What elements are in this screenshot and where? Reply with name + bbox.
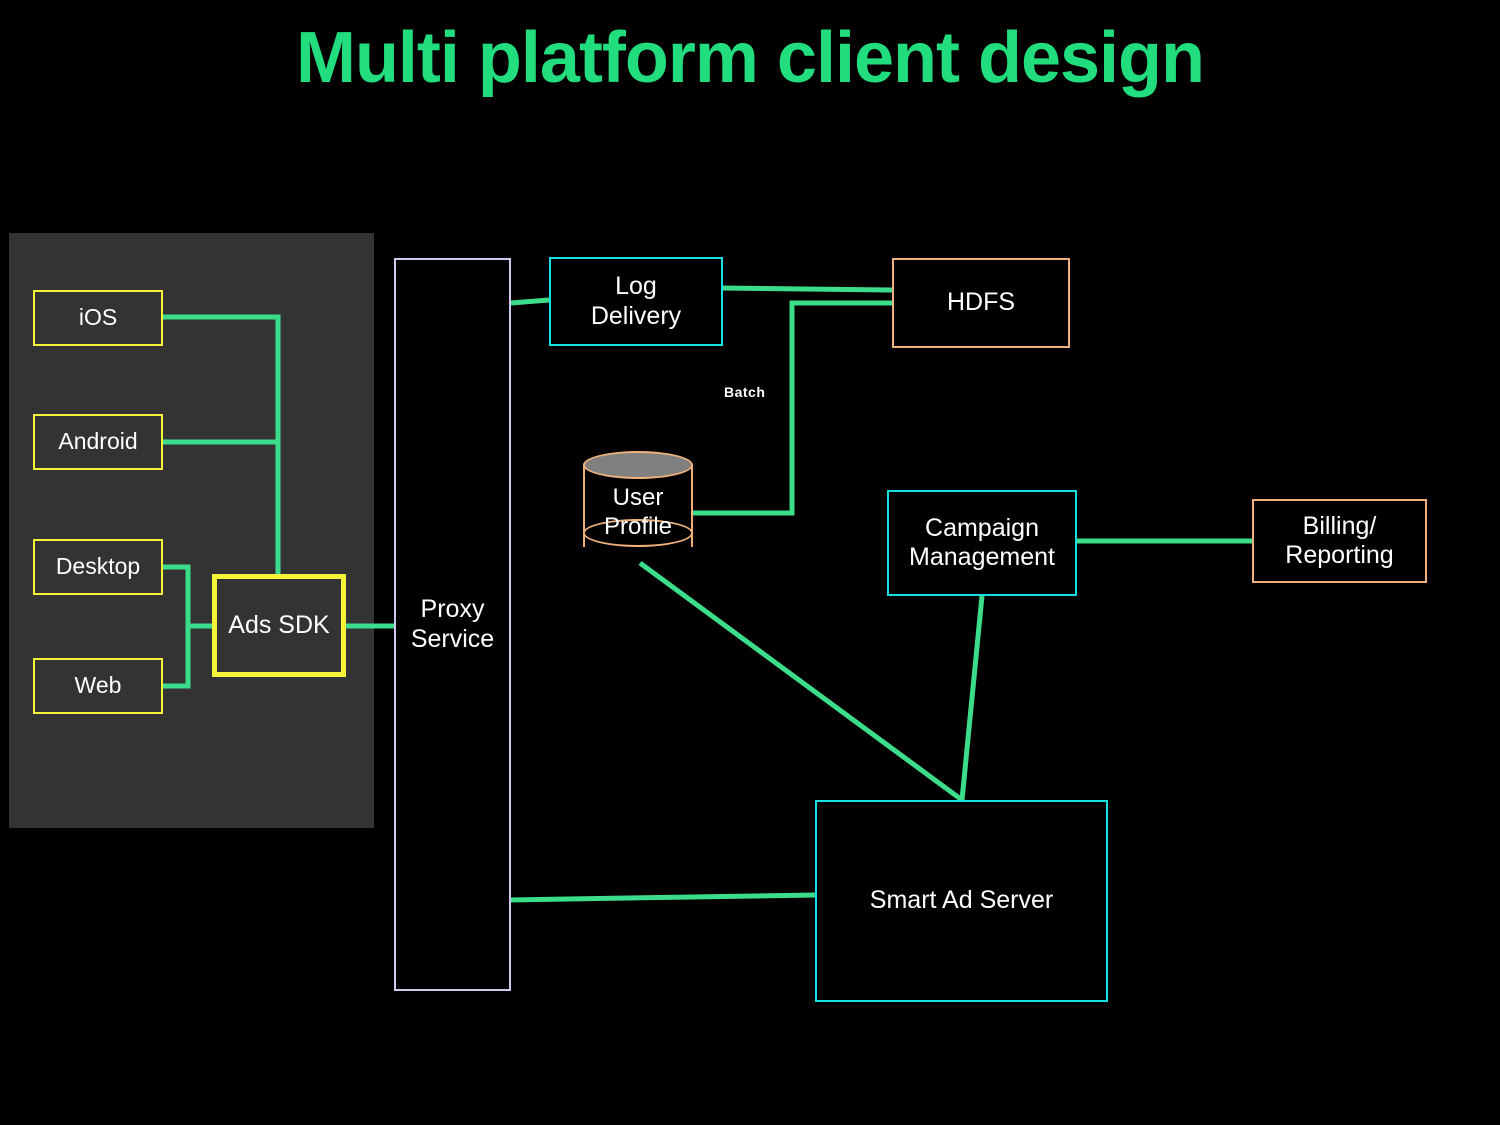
node-desktop[interactable]: Desktop [33,539,163,595]
node-android-label: Android [58,428,137,455]
edge-proxy-to-log-delivery [511,300,549,303]
edge-proxy-to-ad-server [505,895,815,900]
node-log-delivery-label-line1: Log [591,272,681,302]
node-ads-sdk[interactable]: Ads SDK [212,574,346,677]
node-ios[interactable]: iOS [33,290,163,346]
cylinder-top-ellipse [583,451,693,479]
node-ads-sdk-label: Ads SDK [228,611,329,641]
node-billing-reporting-label-line1: Billing/ [1285,512,1393,542]
node-user-profile-label: User Profile [583,484,693,542]
node-web[interactable]: Web [33,658,163,714]
node-ios-label: iOS [79,304,117,331]
diagram-canvas: Multi platform client design [0,0,1500,1125]
edge-user-profile-to-ad-server [640,563,962,800]
node-campaign-management[interactable]: Campaign Management [887,490,1077,596]
node-hdfs[interactable]: HDFS [892,258,1070,348]
page-title: Multi platform client design [0,22,1500,94]
node-proxy-service[interactable]: Proxy Service [394,258,511,991]
edge-campaign-to-ad-server [962,596,982,800]
node-proxy-service-label-line2: Service [411,625,494,655]
node-smart-ad-server[interactable]: Smart Ad Server [815,800,1108,1002]
node-smart-ad-server-label: Smart Ad Server [870,886,1053,916]
node-user-profile-label-line2: Profile [583,513,693,542]
node-campaign-management-label-line2: Management [909,543,1055,573]
node-log-delivery-label-line2: Delivery [591,302,681,332]
node-android[interactable]: Android [33,414,163,470]
node-desktop-label: Desktop [56,553,140,580]
node-web-label: Web [75,672,122,699]
edge-label-batch: Batch [724,384,765,400]
edge-log-delivery-to-hdfs [722,288,892,290]
node-hdfs-label: HDFS [947,288,1015,318]
node-user-profile[interactable]: User Profile [583,451,693,561]
node-billing-reporting[interactable]: Billing/ Reporting [1252,499,1427,583]
node-log-delivery[interactable]: Log Delivery [549,257,723,346]
node-campaign-management-label-line1: Campaign [909,514,1055,544]
node-proxy-service-label-line1: Proxy [411,595,494,625]
node-billing-reporting-label-line2: Reporting [1285,541,1393,571]
node-user-profile-label-line1: User [583,484,693,513]
